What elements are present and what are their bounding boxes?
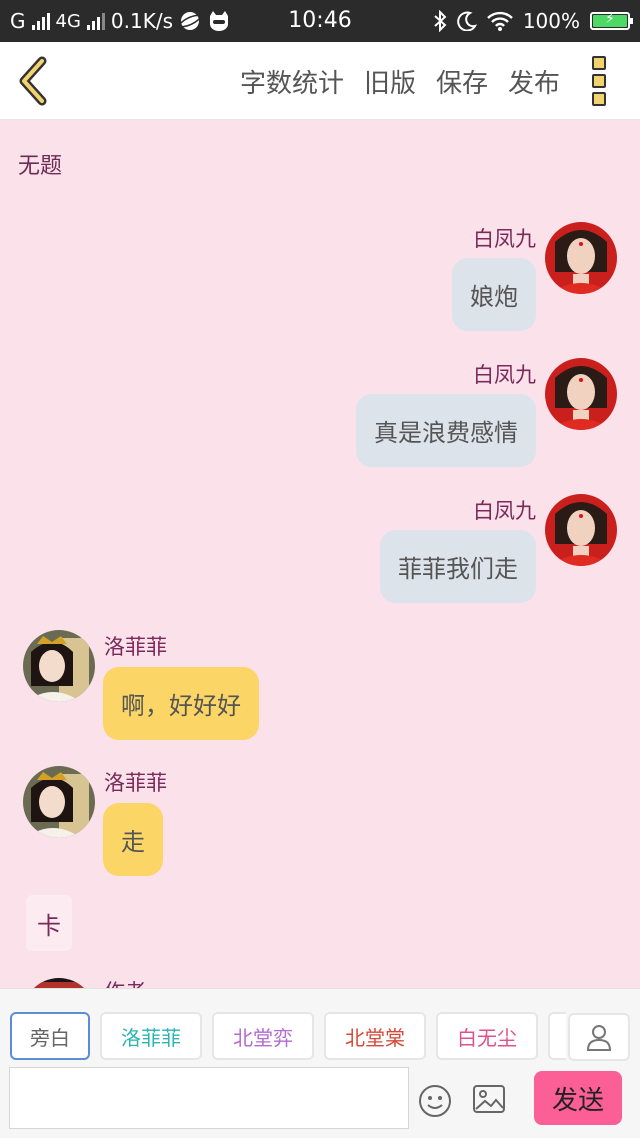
role-chip[interactable]: 白无尘	[436, 1012, 538, 1060]
document-title[interactable]: 无题	[18, 148, 62, 180]
avatar[interactable]	[23, 630, 95, 702]
emoji-icon[interactable]	[418, 1084, 452, 1118]
avatar[interactable]	[545, 222, 617, 294]
battery-icon: ⚡	[590, 11, 633, 30]
role-chip[interactable]: 旁白	[10, 1012, 90, 1060]
person-icon	[586, 1025, 612, 1051]
battery-percent: 100%	[522, 9, 580, 33]
status-bar: G 4G 0.1K/s 10:46 100% ⚡	[0, 0, 640, 42]
role-chip[interactable]: 洛菲菲	[100, 1012, 202, 1060]
moon-icon	[457, 11, 477, 31]
role-chip-overflow[interactable]	[548, 1012, 566, 1060]
narration-bubble[interactable]: 卡	[26, 895, 72, 951]
role-selector: 旁白 洛菲菲 北堂弈 北堂棠 白无尘	[10, 1012, 566, 1060]
bluetooth-icon	[434, 10, 447, 32]
avatar[interactable]	[23, 766, 95, 838]
speaker-name: 洛菲菲	[104, 771, 167, 795]
top-nav-bar: 字数统计 旧版 保存 发布	[0, 42, 640, 120]
publish-button[interactable]: 发布	[508, 63, 560, 100]
message-bubble[interactable]: 娘炮	[452, 258, 536, 331]
send-button[interactable]: 发送	[534, 1071, 622, 1125]
more-menu-icon[interactable]	[592, 56, 616, 106]
wifi-icon	[486, 11, 513, 31]
message-bubble[interactable]: 走	[103, 803, 163, 876]
word-count-button[interactable]: 字数统计	[240, 63, 344, 100]
speaker-name: 白凤九	[473, 499, 536, 523]
message-bubble[interactable]: 真是浪费感情	[356, 394, 536, 467]
save-button[interactable]: 保存	[436, 63, 488, 100]
image-icon[interactable]	[472, 1084, 506, 1114]
role-chip[interactable]: 北堂弈	[212, 1012, 314, 1060]
message-input[interactable]	[9, 1067, 409, 1129]
avatar[interactable]	[545, 358, 617, 430]
status-right: 100% ⚡	[433, 9, 633, 33]
chat-content[interactable]: 无题 白凤九 娘炮 白凤九 真是浪费感情 白凤九 菲菲我们走 洛菲菲 啊，好好好…	[0, 120, 640, 988]
back-chevron-icon[interactable]	[14, 56, 54, 106]
speaker-name: 白凤九	[473, 363, 536, 387]
speaker-name: 洛菲菲	[104, 635, 167, 659]
speaker-name: 白凤九	[473, 227, 536, 251]
role-chip[interactable]: 北堂棠	[324, 1012, 426, 1060]
old-version-button[interactable]: 旧版	[364, 63, 416, 100]
message-bubble[interactable]: 啊，好好好	[103, 667, 259, 740]
speaker-name: 作者	[104, 976, 146, 988]
composer-panel: 旁白 洛菲菲 北堂弈 北堂棠 白无尘 发送	[0, 988, 640, 1138]
message-bubble[interactable]: 菲菲我们走	[380, 530, 536, 603]
nav-actions: 字数统计 旧版 保存 发布	[240, 42, 560, 120]
manage-roles-button[interactable]	[568, 1013, 630, 1061]
avatar[interactable]	[23, 978, 95, 988]
avatar[interactable]	[545, 494, 617, 566]
